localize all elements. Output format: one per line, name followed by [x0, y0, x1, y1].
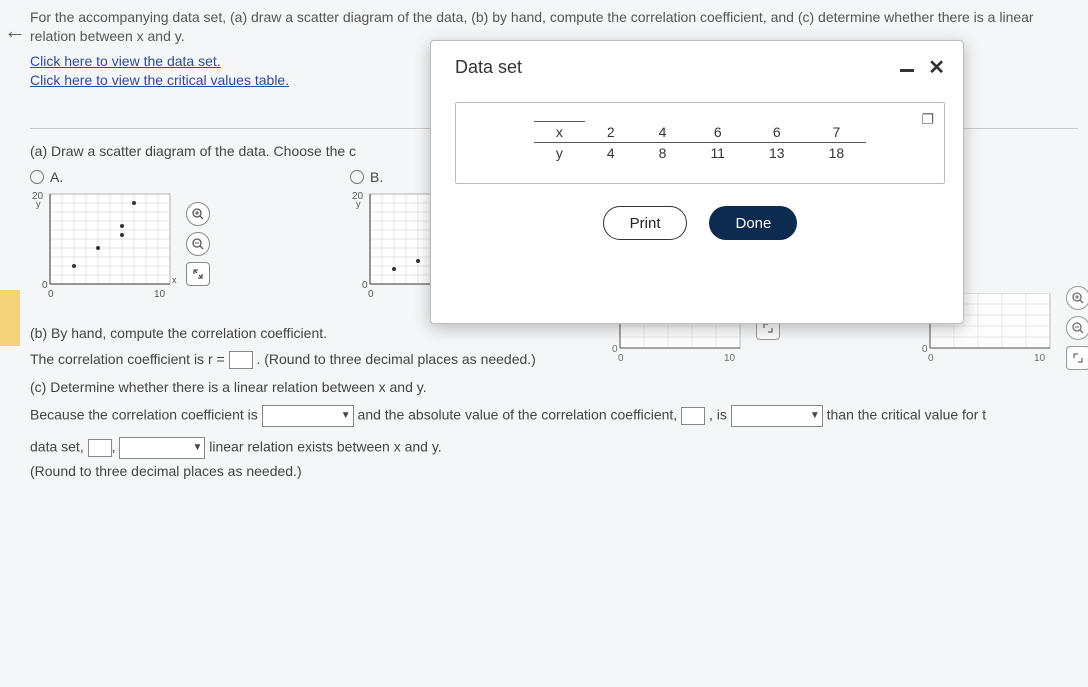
c1b: and the absolute value of the correlatio… — [358, 407, 682, 423]
svg-text:0: 0 — [48, 289, 54, 299]
cell: 6 — [688, 122, 747, 143]
print-button[interactable]: Print — [603, 206, 688, 240]
cell: 2 — [585, 122, 637, 143]
zoom-in-icon[interactable] — [186, 202, 210, 226]
svg-text:10: 10 — [1034, 353, 1046, 363]
c1a: Because the correlation coefficient is — [30, 407, 262, 423]
row-label-y: y — [534, 143, 585, 164]
modal-title: Data set — [455, 57, 522, 78]
dropdown-coef-sign[interactable]: ▼ — [262, 405, 354, 427]
cell: 13 — [747, 143, 807, 164]
copy-icon[interactable]: ❐ — [921, 111, 934, 128]
part-c-sentence-2: data set, , ▼ linear relation exists bet… — [30, 437, 1078, 459]
data-box: ❐ x 2 4 6 6 7 y 4 8 11 13 18 — [455, 102, 945, 184]
cell: 11 — [688, 143, 747, 164]
c2a: data set, — [30, 439, 88, 455]
part-c-rounding: (Round to three decimal places as needed… — [30, 463, 1078, 479]
svg-text:10: 10 — [154, 289, 166, 299]
cell: 4 — [585, 143, 637, 164]
cell: 7 — [807, 122, 867, 143]
expand-icon[interactable] — [1066, 346, 1088, 370]
radio-b[interactable] — [350, 170, 364, 184]
zoom-out-icon[interactable] — [186, 232, 210, 256]
cell: 8 — [637, 143, 689, 164]
cell: 6 — [747, 122, 807, 143]
scatter-option-a: 20 0 0 10 y x — [30, 189, 180, 299]
chevron-down-icon: ▼ — [341, 410, 351, 421]
minimize-icon[interactable] — [900, 69, 914, 72]
choice-a[interactable]: A. 20 0 0 10 — [30, 169, 210, 299]
svg-text:0: 0 — [368, 289, 374, 299]
zoom-in-icon[interactable] — [1066, 286, 1088, 310]
r-input[interactable] — [229, 351, 253, 369]
svg-text:10: 10 — [724, 353, 736, 363]
c1d: than the critical value for t — [827, 407, 987, 423]
done-button[interactable]: Done — [709, 206, 797, 240]
radio-a[interactable] — [30, 170, 44, 184]
close-icon[interactable]: ✕ — [928, 55, 945, 80]
svg-text:0: 0 — [928, 353, 934, 363]
side-marker — [0, 290, 20, 346]
c2b: linear relation exists between x and y. — [209, 439, 441, 455]
svg-text:x: x — [172, 275, 177, 285]
abs-r-input[interactable] — [681, 407, 705, 425]
zoom-out-icon[interactable] — [1066, 316, 1088, 340]
part-b-prefix: The correlation coefficient is r = — [30, 351, 229, 367]
cell: 4 — [637, 122, 689, 143]
chevron-down-icon: ▼ — [810, 410, 820, 421]
part-c-sentence-1: Because the correlation coefficient is ▼… — [30, 405, 1078, 427]
svg-text:y: y — [356, 199, 361, 209]
choice-b-label: B. — [370, 169, 383, 185]
part-b-rounding: . (Round to three decimal places as need… — [256, 351, 535, 367]
part-c-heading: (c) Determine whether there is a linear … — [30, 379, 1078, 395]
svg-text:0: 0 — [618, 353, 624, 363]
expand-icon[interactable] — [186, 262, 210, 286]
chevron-down-icon: ▼ — [192, 442, 202, 453]
data-table: x 2 4 6 6 7 y 4 8 11 13 18 — [534, 121, 866, 163]
dropdown-relation[interactable]: ▼ — [119, 437, 205, 459]
data-set-modal: Data set ✕ ❐ x 2 4 6 6 7 y 4 8 11 13 18 — [430, 40, 964, 324]
dataset-n-input[interactable] — [88, 439, 112, 457]
choice-a-label: A. — [50, 169, 63, 185]
c1c: , is — [709, 407, 731, 423]
back-arrow-icon[interactable]: ← — [4, 18, 26, 44]
cell: 18 — [807, 143, 867, 164]
row-label-x: x — [534, 122, 585, 143]
svg-text:y: y — [36, 199, 41, 209]
dropdown-compare[interactable]: ▼ — [731, 405, 823, 427]
